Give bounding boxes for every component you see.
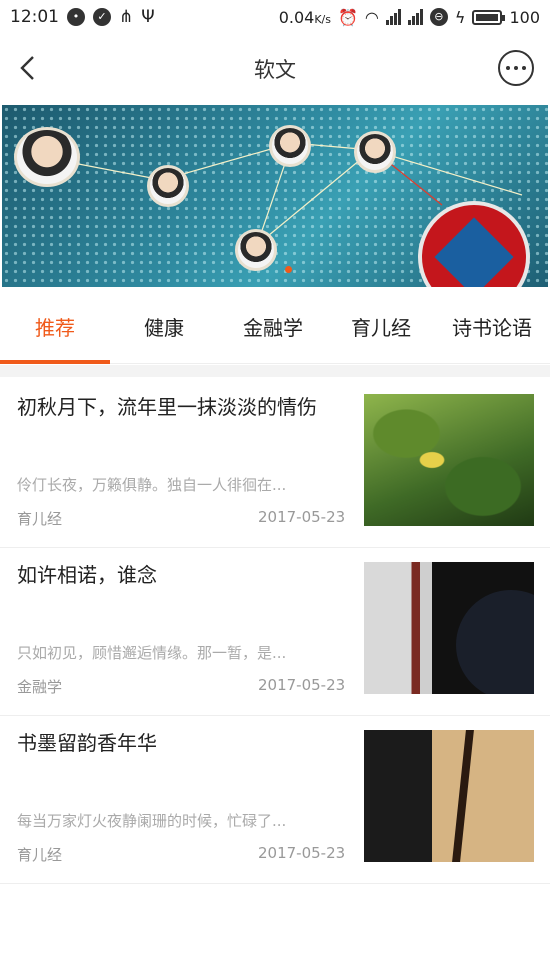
back-arrow-icon [20,56,34,80]
article-title: 如许相诺，谁念 [17,563,157,587]
article-category: 育儿经 [17,510,63,528]
charging-icon: ϟ [454,7,466,27]
article-title: 书墨留韵香年华 [17,731,157,755]
article-item[interactable]: 如许相诺，谁念 只如初见，顾惜邂逅情缘。那一暂，是... 金融学 2017-05… [0,546,550,716]
article-title: 初秋月下，流年里一抹淡淡的情伤 [17,395,317,419]
network-speed: 0.04K/s [278,7,331,27]
chat-icon: • [67,8,85,26]
article-thumbnail [364,394,534,526]
wifi-icon: ◠ [364,7,379,27]
article-date: 2017-05-23 [258,508,346,526]
divider [0,365,550,377]
page-title: 软文 [254,58,296,82]
article-thumbnail [364,562,534,694]
more-dots-icon [506,66,510,70]
avatar [354,131,396,173]
banner-carousel[interactable] [2,105,548,287]
status-time: 12:01 [10,7,59,27]
article-category: 育儿经 [17,846,63,864]
article-category: 金融学 [17,678,63,696]
battery-icon [472,9,506,25]
usb-icon: Ψ [141,7,155,27]
signal-icon [407,9,423,25]
more-options-button[interactable] [498,50,534,86]
signal-icon [385,9,401,25]
tab-recommend[interactable]: 推荐 [0,292,110,364]
article-thumbnail [364,730,534,862]
article-summary: 只如初见，顾惜邂逅情缘。那一暂，是... [17,644,287,662]
dnd-icon: ⊖ [429,8,448,26]
check-icon: ✓ [93,8,111,26]
alarm-icon: ⏰ [338,7,358,27]
avatar [269,125,311,167]
article-item[interactable]: 书墨留韵香年华 每当万家灯火夜静阑珊的时候，忙碌了... 育儿经 2017-05… [0,714,550,884]
avatar [235,229,277,271]
article-item[interactable]: 初秋月下，流年里一抹淡淡的情伤 伶仃长夜，万籁俱静。独自一人徘徊在... 育儿经… [0,378,550,548]
carousel-indicator[interactable] [285,266,292,273]
article-summary: 伶仃长夜，万籁俱静。独自一人徘徊在... [17,476,287,494]
avatar [14,127,80,187]
tab-finance[interactable]: 金融学 [218,292,328,364]
avatar [147,165,189,207]
status-bar: 12:01 • ✓ ⋔ Ψ 0.04K/s ⏰ ◠ ⊖ ϟ 100 [0,0,550,34]
category-tabs: 推荐 健康 金融学 育儿经 诗书论语 [0,292,550,364]
share-icon: ⋔ [119,7,134,27]
article-date: 2017-05-23 [258,844,346,862]
article-date: 2017-05-23 [258,676,346,694]
tab-parenting[interactable]: 育儿经 [328,292,434,364]
top-nav-bar: 软文 [0,34,550,104]
tab-poetry[interactable]: 诗书论语 [434,292,550,364]
article-summary: 每当万家灯火夜静阑珊的时候，忙碌了... [17,812,287,830]
back-button[interactable] [8,48,48,88]
battery-level: 100 [509,7,540,27]
tab-health[interactable]: 健康 [110,292,218,364]
